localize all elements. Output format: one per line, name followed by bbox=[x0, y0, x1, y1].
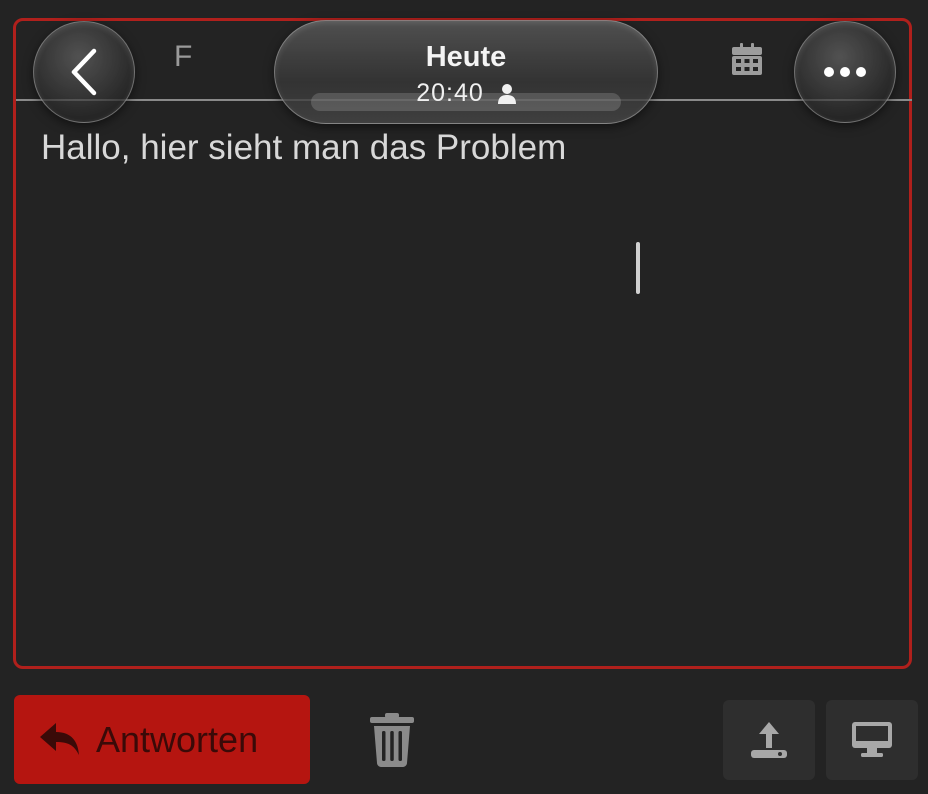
more-options-button[interactable] bbox=[794, 21, 896, 123]
time-row: 20:40 bbox=[275, 79, 657, 108]
calendar-icon bbox=[732, 43, 762, 75]
calendar-button[interactable] bbox=[728, 40, 766, 78]
reply-button[interactable]: Antworten bbox=[14, 695, 310, 784]
time-label: 20:40 bbox=[416, 79, 484, 107]
trash-icon bbox=[370, 713, 414, 767]
person-icon bbox=[497, 83, 516, 104]
monitor-icon bbox=[852, 722, 892, 757]
delete-button[interactable] bbox=[367, 712, 417, 768]
date-header[interactable]: Heute 20:40 bbox=[274, 20, 658, 124]
compose-screen: F Heute 20:40 Hallo, hier sieht man das … bbox=[0, 0, 928, 794]
upload-icon bbox=[751, 722, 787, 758]
display-button[interactable] bbox=[826, 700, 918, 780]
format-button[interactable]: F bbox=[174, 40, 192, 74]
reply-label: Antworten bbox=[96, 718, 259, 760]
reply-arrow-icon bbox=[40, 722, 79, 755]
date-title: Heute bbox=[425, 41, 507, 73]
ellipsis-icon bbox=[824, 67, 866, 77]
text-cursor bbox=[636, 242, 640, 294]
chevron-left-icon bbox=[71, 48, 97, 96]
message-body-text: Hallo, hier sieht man das Problem bbox=[41, 128, 567, 167]
back-button[interactable] bbox=[33, 21, 135, 123]
upload-button[interactable] bbox=[723, 700, 815, 780]
